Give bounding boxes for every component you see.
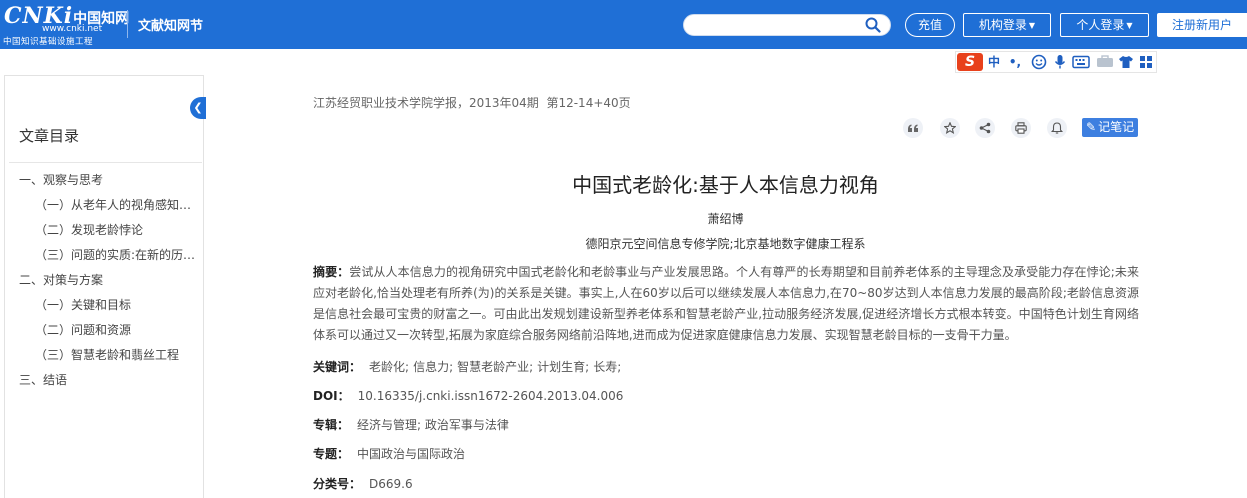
doi-label: DOI： xyxy=(313,389,350,403)
keywords-list: 老龄化; 信息力; 智慧老龄产业; 计划生育; 长寿; xyxy=(369,360,625,374)
search-icon[interactable] xyxy=(865,17,881,33)
keyword-link[interactable]: 老龄化; xyxy=(369,360,409,374)
chevron-left-icon: ❮ xyxy=(193,101,203,114)
sogou-logo-icon[interactable]: S xyxy=(957,53,983,71)
journal-issue-link[interactable]: 江苏经贸职业技术学院学报，2013年04期 xyxy=(313,96,539,110)
take-note-label: 记笔记 xyxy=(1098,120,1135,134)
top-navigation-bar: CNKi中国知网 www.cnki.net 中国知识基础设施工程 文献知网节 充… xyxy=(0,0,1247,49)
take-note-button[interactable]: ✎ 记笔记 xyxy=(1082,118,1138,137)
page-range: 第12-14+40页 xyxy=(546,96,631,110)
abstract-block: 摘要：尝试从人本信息力的视角研究中国式老龄化和老龄事业与产业发展思路。个人有尊严… xyxy=(313,262,1139,346)
sidebar-collapse-button[interactable]: ❮ xyxy=(190,97,206,119)
toc-item[interactable]: 三、结语 xyxy=(19,372,199,388)
favorite-button[interactable] xyxy=(940,118,960,138)
recharge-button[interactable]: 充值 xyxy=(905,13,955,37)
chevron-down-icon: ▼ xyxy=(1126,21,1133,30)
keyboard-icon[interactable] xyxy=(1072,53,1090,71)
toc-item[interactable]: 二、对策与方案 xyxy=(19,272,199,288)
toc-title: 文章目录 xyxy=(19,127,80,145)
print-button[interactable] xyxy=(1011,118,1031,138)
doi-value: 10.16335/j.cnki.issn1672-2604.2013.04.00… xyxy=(357,389,624,403)
toc-panel: 文章目录 一、观察与思考 （一）从老年人的视角感知老龄化 （二）发现老龄悖论 （三）问… xyxy=(0,75,204,498)
affiliation-link[interactable]: 德阳京元空间信息专修学院;北京基地数字健康工程系 xyxy=(585,237,865,251)
subject-value: 中国政治与国际政治 xyxy=(357,447,466,461)
register-button[interactable]: 注册新用户 xyxy=(1157,13,1247,37)
personal-login-label: 个人登录 xyxy=(1076,18,1125,32)
keyword-link[interactable]: 长寿; xyxy=(593,360,621,374)
ime-punct-toggle[interactable]: •, xyxy=(1006,53,1024,71)
org-login-button[interactable]: 机构登录 ▼ xyxy=(963,13,1051,37)
subject-row: 专题： 中国政治与国际政治 xyxy=(313,445,465,462)
author-link[interactable]: 萧绍博 xyxy=(707,212,743,226)
cite-button[interactable] xyxy=(903,118,923,138)
printer-icon xyxy=(1015,122,1027,134)
toc-sidebar: 文章目录 一、观察与思考 （一）从老年人的视角感知老龄化 （二）发现老龄悖论 （三）问… xyxy=(4,75,203,498)
classification-row: 分类号： D669.6 xyxy=(313,475,413,492)
logo-url: www.cnki.net xyxy=(42,24,103,34)
header-divider xyxy=(127,10,128,38)
doi-row: DOI： 10.16335/j.cnki.issn1672-2604.2013.0… xyxy=(313,387,623,404)
toc-divider xyxy=(9,162,202,163)
personal-login-button[interactable]: 个人登录 ▼ xyxy=(1060,13,1149,37)
keywords-row: 关键词： 老龄化; 信息力; 智慧老龄产业; 计划生育; 长寿; xyxy=(313,358,625,375)
author-name[interactable]: 萧绍博 xyxy=(313,210,1138,227)
ime-toolbar: S 中 •, xyxy=(955,51,1157,73)
keywords-label: 关键词： xyxy=(313,360,362,374)
skin-shirt-icon[interactable] xyxy=(1118,53,1134,71)
toc-item[interactable]: （一）从老年人的视角感知老龄化 xyxy=(35,197,199,213)
cnki-logo[interactable]: CNKi中国知网 www.cnki.net 中国知识基础设施工程 xyxy=(0,0,129,49)
series-row: 专辑： 经济与管理; 政治军事与法律 xyxy=(313,416,509,433)
smiley-icon[interactable] xyxy=(1030,53,1048,71)
site-name[interactable]: 文献知网节 xyxy=(138,15,203,34)
toc-item[interactable]: （三）问题的实质:在新的历史条件下 xyxy=(35,247,199,263)
toc-item[interactable]: 一、观察与思考 xyxy=(19,172,199,188)
abstract-label: 摘要： xyxy=(313,265,350,279)
toc-item[interactable]: （二）发现老龄悖论 xyxy=(35,222,199,238)
toc-item[interactable]: （二）问题和资源 xyxy=(35,322,199,338)
star-icon xyxy=(944,122,956,134)
org-login-label: 机构登录 xyxy=(978,18,1027,32)
keyword-link[interactable]: 智慧老龄产业; xyxy=(457,360,533,374)
toolbox-icon[interactable] xyxy=(1096,53,1114,71)
grid-menu-icon[interactable] xyxy=(1138,53,1154,71)
series-label: 专辑： xyxy=(313,418,350,432)
bell-icon xyxy=(1051,122,1063,134)
abstract-text: 尝试从人本信息力的视角研究中国式老龄化和老龄事业与产业发展思路。个人有尊严的长寿… xyxy=(313,265,1139,342)
toc-item[interactable]: （三）智慧老龄和翡丝工程 xyxy=(35,347,199,363)
search-box xyxy=(683,14,891,36)
classification-value: D669.6 xyxy=(369,477,413,491)
quote-icon xyxy=(908,124,918,132)
affiliation[interactable]: 德阳京元空间信息专修学院;北京基地数字健康工程系 xyxy=(313,235,1138,252)
article-title: 中国式老龄化:基于人本信息力视角 xyxy=(572,173,879,197)
keyword-link[interactable]: 信息力; xyxy=(413,360,453,374)
share-button[interactable] xyxy=(975,118,995,138)
classification-label: 分类号： xyxy=(313,477,362,491)
subscribe-button[interactable] xyxy=(1047,118,1067,138)
logo-subtitle: 中国知识基础设施工程 xyxy=(3,37,94,47)
toc-item[interactable]: （一）关键和目标 xyxy=(35,297,199,313)
series-value: 经济与管理; 政治军事与法律 xyxy=(357,418,509,432)
share-icon xyxy=(979,122,991,134)
edit-pen-icon: ✎ xyxy=(1086,120,1097,134)
chevron-down-icon: ▼ xyxy=(1028,21,1036,30)
article-source: 江苏经贸职业技术学院学报，2013年04期 第12-14+40页 xyxy=(313,94,631,111)
subject-label: 专题： xyxy=(313,447,350,461)
ime-lang-toggle[interactable]: 中 xyxy=(986,53,1002,71)
microphone-icon[interactable] xyxy=(1052,53,1068,71)
search-input[interactable] xyxy=(694,17,858,35)
keyword-link[interactable]: 计划生育; xyxy=(537,360,589,374)
